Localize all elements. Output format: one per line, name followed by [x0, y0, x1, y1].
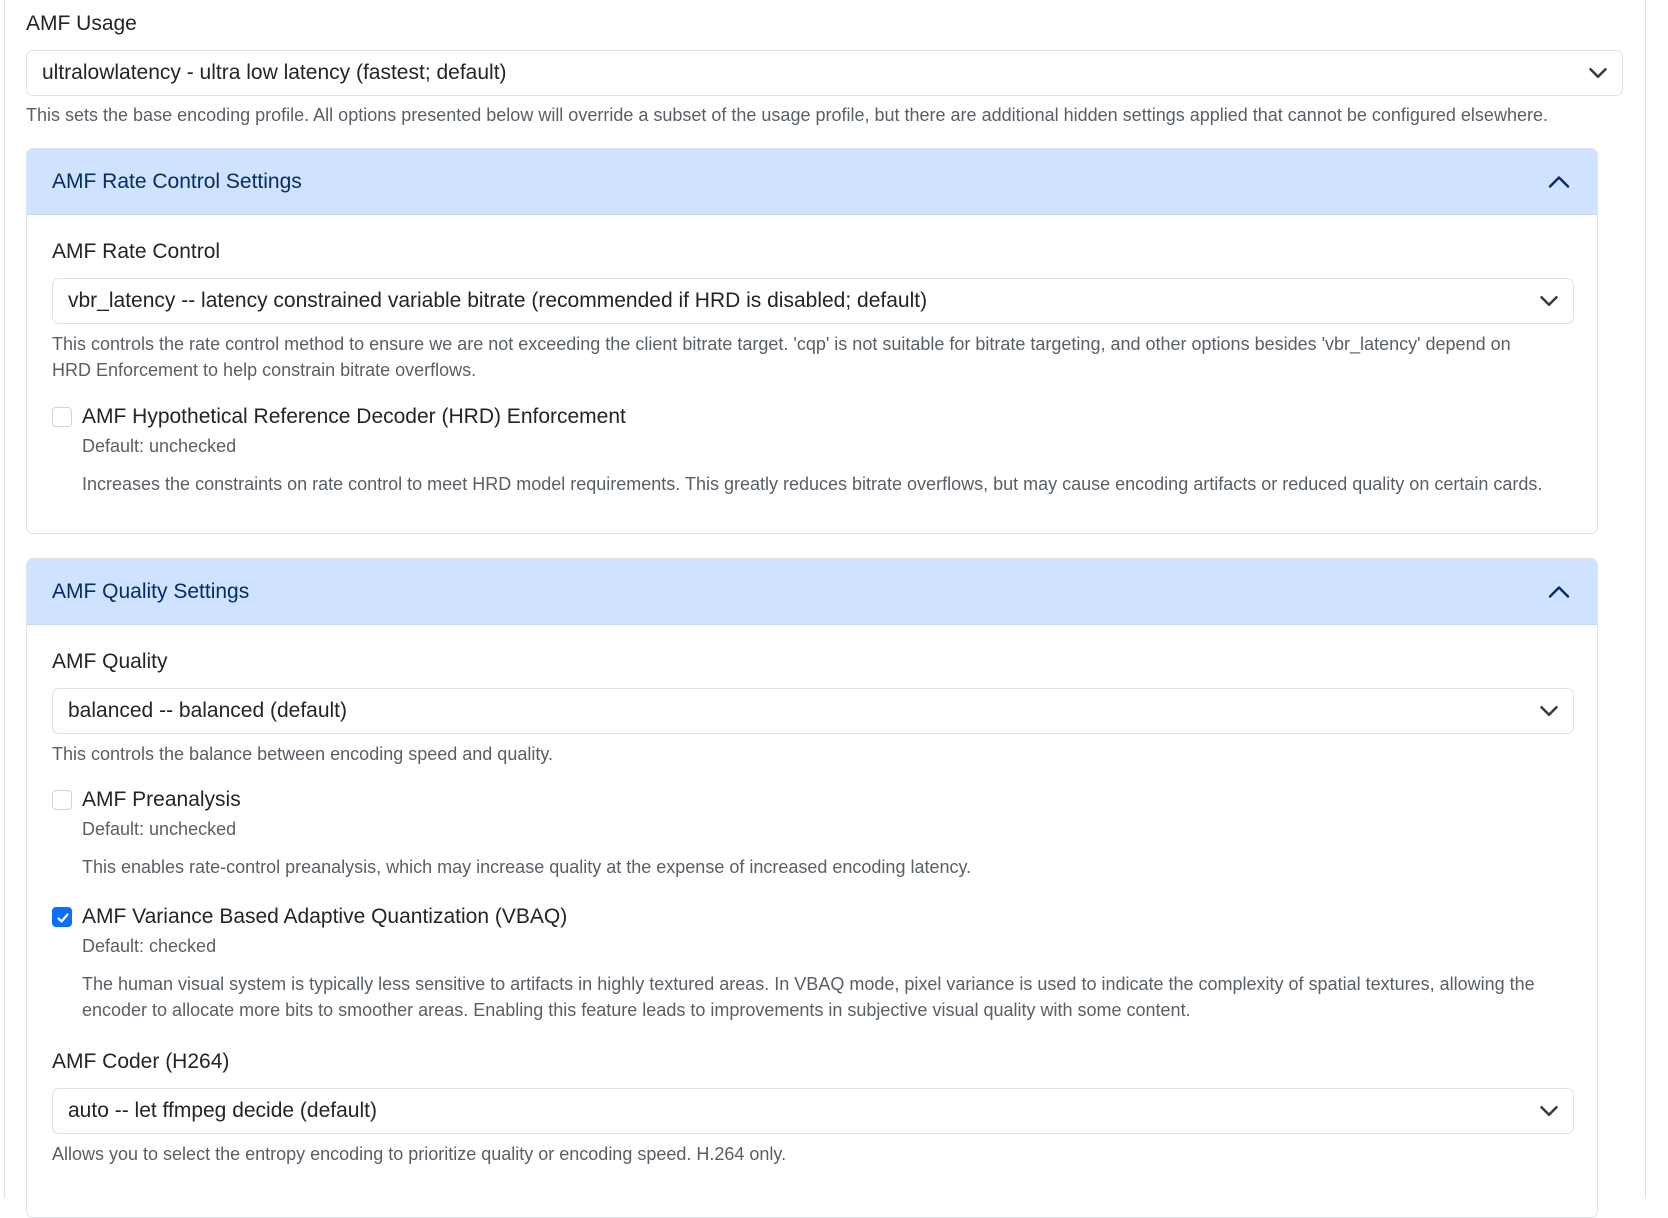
chevron-down-icon	[1540, 296, 1558, 306]
hrd-enforcement-label[interactable]: AMF Hypothetical Reference Decoder (HRD)…	[82, 402, 1582, 432]
amf-rate-control-help: This controls the rate control method to…	[52, 334, 1511, 380]
amf-rate-control-label: AMF Rate Control	[52, 240, 221, 263]
vbaq-description: The human visual system is typically les…	[82, 974, 1535, 1020]
rate-control-card: AMF Rate Control Settings AMF Rate Contr…	[26, 148, 1598, 534]
quality-card-title: AMF Quality Settings	[52, 580, 250, 603]
preanalysis-label[interactable]: AMF Preanalysis	[82, 785, 1582, 815]
vbaq-label[interactable]: AMF Variance Based Adaptive Quantization…	[82, 902, 1582, 932]
amf-coder-help: Allows you to select the entropy encodin…	[52, 1144, 787, 1164]
checkmark-icon	[57, 913, 69, 923]
amf-rate-control-select[interactable]: vbr_latency -- latency constrained varia…	[52, 278, 1574, 324]
amf-coder-selected-value: auto -- let ffmpeg decide (default)	[68, 1099, 377, 1122]
chevron-down-icon	[1540, 1106, 1558, 1116]
preanalysis-option: AMF Preanalysis Default: unchecked This …	[52, 785, 1582, 880]
quality-card: AMF Quality Settings AMF Quality balance…	[26, 558, 1598, 1218]
rate-control-card-title: AMF Rate Control Settings	[52, 170, 302, 193]
vbaq-option: AMF Variance Based Adaptive Quantization…	[52, 902, 1582, 1023]
amf-usage-label: AMF Usage	[26, 12, 137, 35]
amf-quality-selected-value: balanced -- balanced (default)	[68, 699, 348, 722]
amf-usage-select[interactable]: ultralowlatency - ultra low latency (fas…	[26, 50, 1623, 96]
preanalysis-checkbox[interactable]	[52, 790, 72, 810]
hrd-enforcement-description: Increases the constraints on rate contro…	[82, 474, 1543, 494]
hrd-enforcement-default: Default: unchecked	[82, 436, 237, 456]
vbaq-checkbox[interactable]	[52, 907, 72, 927]
rate-control-card-header[interactable]: AMF Rate Control Settings	[27, 149, 1597, 215]
vbaq-default: Default: checked	[82, 936, 217, 956]
hrd-enforcement-option: AMF Hypothetical Reference Decoder (HRD)…	[52, 402, 1582, 497]
amf-quality-help: This controls the balance between encodi…	[52, 744, 554, 764]
amf-rate-control-selected-value: vbr_latency -- latency constrained varia…	[68, 289, 928, 312]
amf-usage-selected-value: ultralowlatency - ultra low latency (fas…	[42, 61, 507, 84]
amf-quality-label: AMF Quality	[52, 650, 168, 673]
chevron-down-icon	[1589, 68, 1607, 78]
amf-coder-label: AMF Coder (H264)	[52, 1050, 230, 1073]
preanalysis-default: Default: unchecked	[82, 819, 237, 839]
chevron-up-icon[interactable]	[1547, 580, 1571, 604]
amf-usage-help: This sets the base encoding profile. All…	[26, 105, 1548, 125]
amf-quality-select[interactable]: balanced -- balanced (default)	[52, 688, 1574, 734]
preanalysis-description: This enables rate-control preanalysis, w…	[82, 857, 972, 877]
chevron-down-icon	[1540, 706, 1558, 716]
amf-coder-select[interactable]: auto -- let ffmpeg decide (default)	[52, 1088, 1574, 1134]
quality-card-header[interactable]: AMF Quality Settings	[27, 559, 1597, 625]
hrd-enforcement-checkbox[interactable]	[52, 407, 72, 427]
chevron-up-icon[interactable]	[1547, 170, 1571, 194]
